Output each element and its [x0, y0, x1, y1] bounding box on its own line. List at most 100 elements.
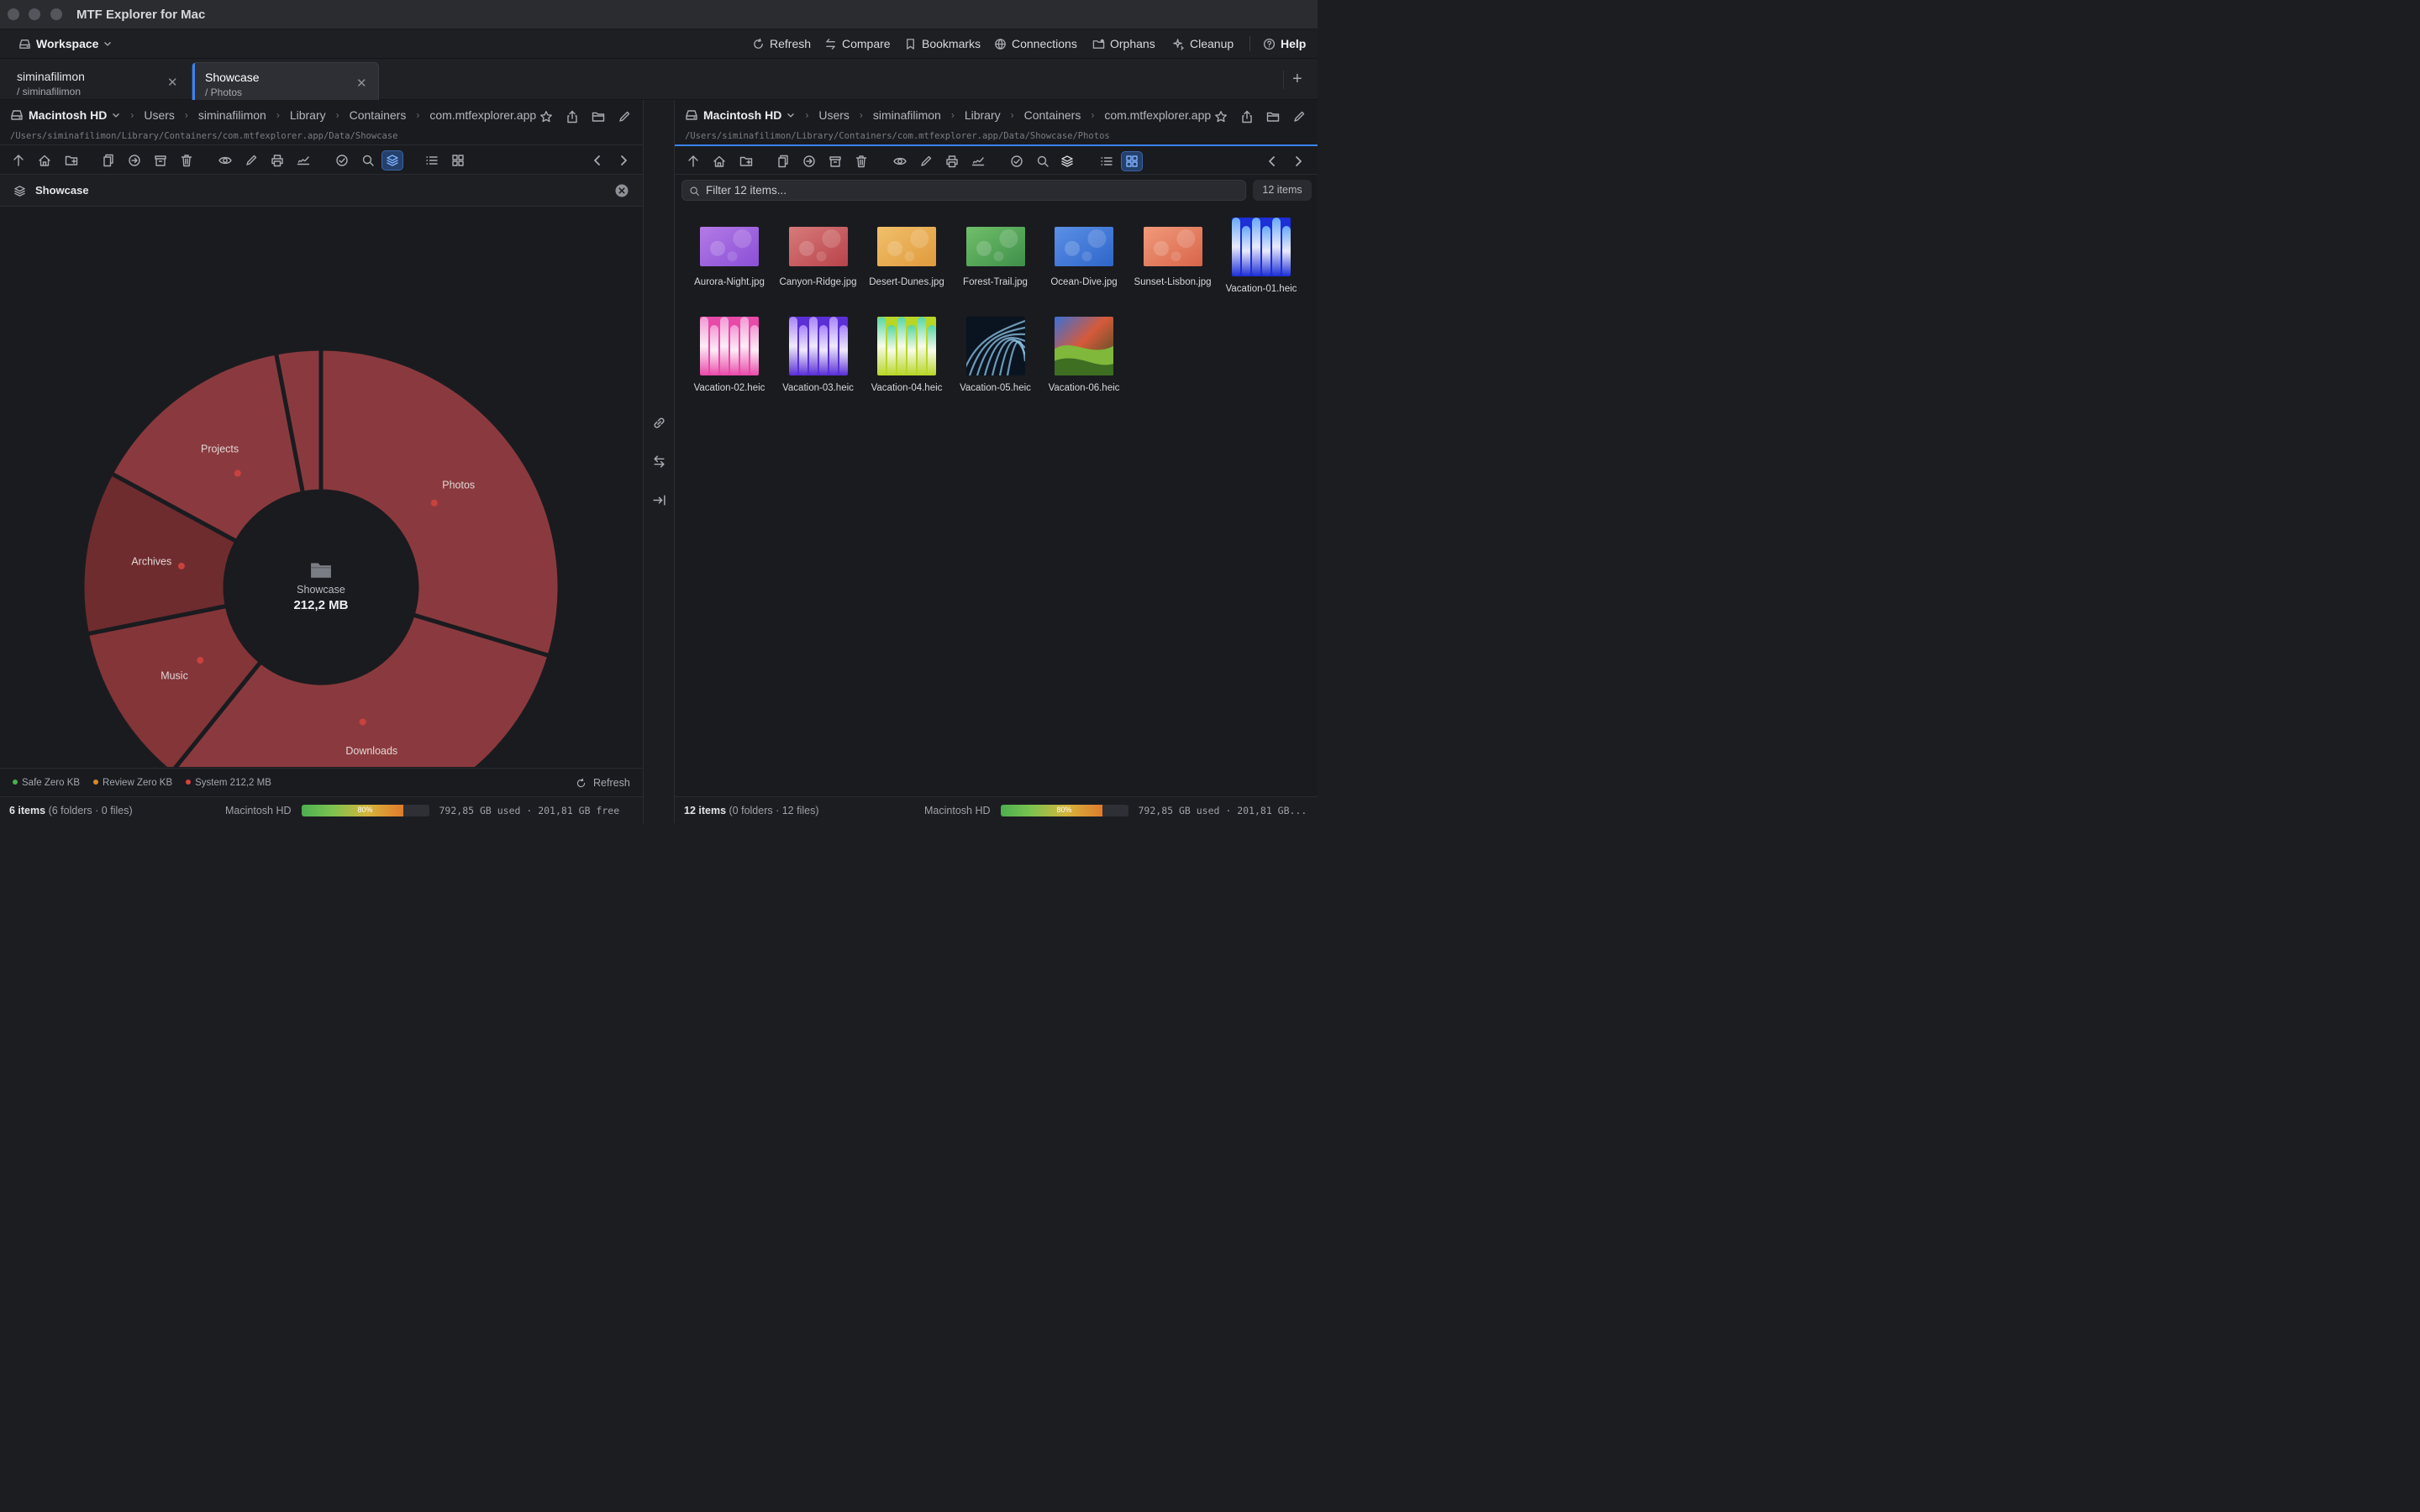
orphans-menu-button[interactable]: Orphans — [1092, 37, 1155, 50]
close-panel-icon[interactable] — [615, 184, 629, 197]
delete-button[interactable] — [176, 150, 197, 171]
grid-view-button[interactable] — [1121, 151, 1143, 171]
folder-icon[interactable] — [1266, 110, 1280, 123]
breadcrumb-containers[interactable]: Containers — [1024, 108, 1081, 122]
breadcrumb-library[interactable]: Library — [965, 108, 1001, 122]
archive-button[interactable] — [150, 150, 171, 171]
breadcrumb-app[interactable]: com.mtfexplorer.app — [429, 108, 536, 122]
share-icon[interactable] — [1240, 110, 1254, 123]
disk-space: 792,85 GB used · 201,81 GB... — [1138, 805, 1307, 816]
workspace-menu[interactable]: Workspace — [18, 37, 112, 50]
back-button[interactable] — [1261, 151, 1283, 171]
sync-right-icon[interactable] — [652, 493, 666, 507]
volume-selector[interactable]: Macintosh HD — [685, 108, 795, 122]
edit-button[interactable] — [915, 151, 937, 171]
breadcrumb-users[interactable]: Users — [144, 108, 175, 122]
tab-showcase[interactable]: Showcase / Photos ✕ — [192, 62, 379, 100]
compare-menu-button[interactable]: Compare — [824, 37, 891, 50]
help-label: Help — [1281, 37, 1307, 50]
breadcrumb-users[interactable]: Users — [818, 108, 850, 122]
copy-button[interactable] — [772, 151, 794, 171]
move-button[interactable] — [124, 150, 145, 171]
file-item[interactable]: Vacation-06.heic — [1040, 317, 1128, 394]
list-view-button[interactable] — [1096, 151, 1118, 171]
link-icon[interactable] — [652, 416, 666, 430]
move-button[interactable] — [798, 151, 820, 171]
list-view-button[interactable] — [421, 150, 443, 171]
file-item[interactable]: Vacation-01.heic — [1218, 218, 1305, 295]
file-item[interactable]: Aurora-Night.jpg — [686, 218, 773, 288]
new-tab-button[interactable]: + — [1292, 71, 1302, 87]
refresh-menu-button[interactable]: Refresh — [752, 37, 811, 50]
print-button[interactable] — [941, 151, 963, 171]
preview-button[interactable] — [889, 151, 911, 171]
donut-slice-marker — [234, 470, 241, 477]
bookmarks-menu-button[interactable]: Bookmarks — [904, 37, 981, 50]
preview-button[interactable] — [214, 150, 236, 171]
volume-selector[interactable]: Macintosh HD — [10, 108, 120, 122]
go-up-button[interactable] — [8, 150, 29, 171]
new-folder-button[interactable] — [60, 150, 82, 171]
tab-siminafilimon[interactable]: siminafilimon / siminafilimon ✕ — [4, 62, 187, 100]
search-button[interactable] — [357, 150, 379, 171]
new-folder-button[interactable] — [735, 151, 757, 171]
minimize-window-button[interactable] — [29, 8, 40, 20]
grid-view-button[interactable] — [447, 150, 469, 171]
close-window-button[interactable] — [8, 8, 19, 20]
pencil-icon[interactable] — [618, 110, 631, 123]
chart-refresh-button[interactable]: Refresh — [576, 777, 630, 789]
share-icon[interactable] — [566, 110, 579, 123]
star-icon[interactable] — [539, 110, 553, 123]
file-item[interactable]: Forest-Trail.jpg — [952, 218, 1039, 288]
sign-button[interactable] — [292, 150, 314, 171]
cleanup-label: Cleanup — [1190, 37, 1234, 50]
storage-view-button[interactable] — [381, 150, 403, 171]
file-item[interactable]: Ocean-Dive.jpg — [1040, 218, 1128, 288]
verify-button[interactable] — [1006, 151, 1028, 171]
file-item[interactable]: Desert-Dunes.jpg — [863, 218, 950, 288]
cleanup-menu-button[interactable]: Cleanup — [1172, 37, 1234, 50]
edit-button[interactable] — [240, 150, 262, 171]
verify-button[interactable] — [331, 150, 353, 171]
arrow-up-icon — [13, 155, 24, 166]
archive-button[interactable] — [824, 151, 846, 171]
print-button[interactable] — [266, 150, 288, 171]
filter-field[interactable]: Filter 12 items... — [681, 180, 1246, 201]
file-item[interactable]: Canyon-Ridge.jpg — [775, 218, 862, 288]
zoom-window-button[interactable] — [50, 8, 62, 20]
home-button[interactable] — [34, 150, 55, 171]
breadcrumb-app[interactable]: com.mtfexplorer.app — [1104, 108, 1211, 122]
compare-label: Compare — [842, 37, 891, 50]
copy-button[interactable] — [97, 150, 119, 171]
breadcrumb-library[interactable]: Library — [290, 108, 326, 122]
storage-view-button[interactable] — [1056, 151, 1078, 171]
item-count-number: 6 items — [9, 805, 46, 816]
breadcrumb-siminafilimon[interactable]: siminafilimon — [198, 108, 266, 122]
tab-title: siminafilimon — [17, 70, 85, 83]
back-button[interactable] — [587, 150, 608, 171]
star-icon[interactable] — [1214, 110, 1228, 123]
connections-menu-button[interactable]: Connections — [994, 37, 1077, 50]
close-tab-icon[interactable]: ✕ — [167, 75, 178, 90]
pencil-icon[interactable] — [1292, 110, 1306, 123]
file-item[interactable]: Vacation-04.heic — [863, 317, 950, 394]
forward-button[interactable] — [1287, 151, 1309, 171]
file-item[interactable]: Vacation-02.heic — [686, 317, 773, 394]
delete-button[interactable] — [850, 151, 872, 171]
go-up-button[interactable] — [682, 151, 704, 171]
file-item[interactable]: Sunset-Lisbon.jpg — [1129, 218, 1217, 288]
help-button[interactable]: Help — [1263, 37, 1306, 50]
folder-icon[interactable] — [592, 110, 605, 123]
forward-button[interactable] — [613, 150, 634, 171]
sign-button[interactable] — [967, 151, 989, 171]
refresh-label: Refresh — [770, 37, 812, 50]
donut-center: Showcase 212,2 MB — [237, 560, 405, 612]
search-button[interactable] — [1032, 151, 1054, 171]
breadcrumb-siminafilimon[interactable]: siminafilimon — [873, 108, 941, 122]
file-item[interactable]: Vacation-03.heic — [775, 317, 862, 394]
swap-icon[interactable] — [652, 454, 666, 469]
file-item[interactable]: Vacation-05.heic — [952, 317, 1039, 394]
close-tab-icon[interactable]: ✕ — [356, 76, 367, 91]
breadcrumb-containers[interactable]: Containers — [350, 108, 407, 122]
home-button[interactable] — [708, 151, 730, 171]
